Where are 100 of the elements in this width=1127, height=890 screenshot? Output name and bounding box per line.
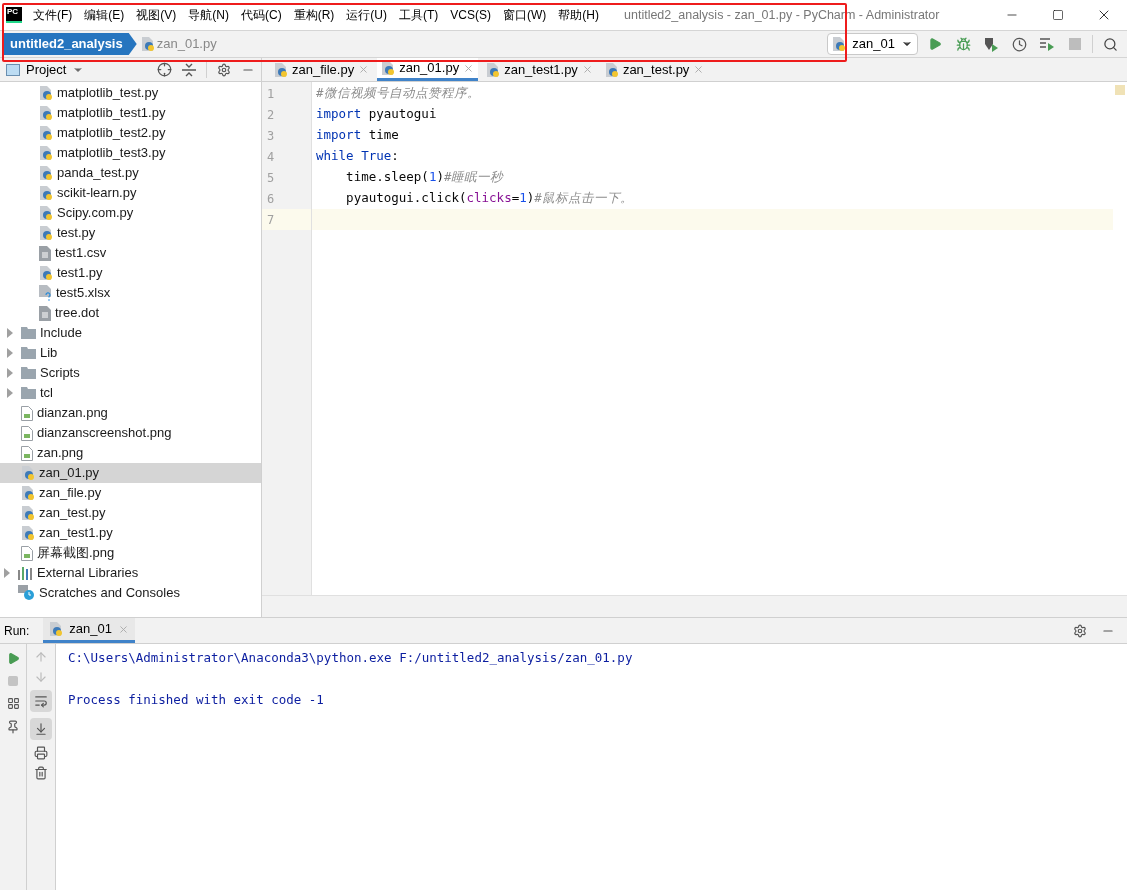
menu-item[interactable]: 文件(F)	[32, 6, 74, 24]
tree-item[interactable]: zan_test1.py	[0, 523, 261, 543]
python-file-icon	[39, 225, 53, 241]
layout-icon[interactable]	[6, 697, 20, 710]
unknown-file-icon	[39, 285, 52, 301]
tree-item[interactable]: panda_test.py	[0, 163, 261, 183]
editor-tab[interactable]: zan_test1.py	[482, 58, 597, 81]
up-arrow-icon[interactable]	[34, 650, 48, 664]
tree-item[interactable]: test1.py	[0, 263, 261, 283]
run-tab[interactable]: zan_01	[43, 618, 135, 643]
collapsed-arrow-icon[interactable]	[6, 328, 14, 338]
line-number: 6	[267, 190, 275, 208]
close-icon[interactable]	[581, 64, 593, 75]
locate-icon[interactable]	[157, 62, 172, 77]
soft-wrap-icon[interactable]	[34, 694, 48, 708]
project-view-icon	[6, 63, 20, 76]
run-icon[interactable]	[928, 37, 942, 51]
code-line: import pyautogui	[316, 105, 437, 124]
tree-item[interactable]: Scipy.com.py	[0, 203, 261, 223]
python-file-icon	[21, 465, 35, 481]
menu-item[interactable]: 运行(U)	[345, 6, 388, 24]
code-line: #微信视频号自动点赞程序。	[316, 84, 480, 103]
menu-item[interactable]: 代码(C)	[240, 6, 283, 24]
tree-item[interactable]: 屏幕截图.png	[0, 543, 261, 563]
python-file-icon	[140, 36, 155, 52]
line-number: 5	[267, 169, 275, 187]
search-icon[interactable]	[1102, 36, 1118, 52]
settings-icon[interactable]	[1073, 623, 1087, 638]
run-list-icon[interactable]	[1039, 37, 1055, 51]
line-number: 3	[267, 127, 275, 145]
tree-item[interactable]: Scratches and Consoles	[0, 583, 261, 603]
close-icon[interactable]	[463, 62, 475, 74]
image-file-icon	[21, 545, 33, 561]
breadcrumb-project[interactable]: untitled2_analysis	[2, 33, 137, 55]
python-file-icon	[21, 505, 35, 521]
python-file-icon	[39, 145, 53, 161]
editor-tab[interactable]: zan_01.py	[377, 58, 479, 81]
debug-icon[interactable]	[955, 36, 971, 52]
python-file-icon	[832, 36, 847, 52]
python-file-icon	[604, 61, 619, 78]
tree-item[interactable]: tree.dot	[0, 303, 261, 323]
tree-item[interactable]: External Libraries	[0, 563, 261, 583]
tree-item[interactable]: dianzanscreenshot.png	[0, 423, 261, 443]
tree-item[interactable]: Include	[0, 323, 261, 343]
tree-item[interactable]: Scripts	[0, 363, 261, 383]
collapse-all-icon[interactable]	[182, 62, 196, 77]
tree-item[interactable]: matplotlib_test.py	[0, 83, 261, 103]
collapsed-arrow-icon[interactable]	[6, 388, 14, 398]
editor-tab[interactable]: zan_file.py	[270, 58, 374, 81]
python-file-icon	[39, 105, 53, 121]
tree-item[interactable]: Lib	[0, 343, 261, 363]
down-arrow-icon[interactable]	[34, 670, 48, 684]
collapsed-arrow-icon[interactable]	[6, 368, 14, 378]
line-number: 2	[267, 106, 275, 124]
tree-item[interactable]: zan_file.py	[0, 483, 261, 503]
pin-icon[interactable]	[6, 720, 20, 734]
project-panel-title[interactable]: Project	[26, 59, 67, 80]
tree-item[interactable]: test5.xlsx	[0, 283, 261, 303]
tree-item[interactable]: zan_test.py	[0, 503, 261, 523]
tree-item[interactable]: zan.png	[0, 443, 261, 463]
print-icon[interactable]	[34, 746, 48, 760]
stop-icon[interactable]	[7, 675, 19, 687]
tree-item[interactable]: tcl	[0, 383, 261, 403]
python-file-icon	[39, 185, 53, 201]
tree-item[interactable]: test.py	[0, 223, 261, 243]
analysis-status-marker	[1115, 85, 1125, 95]
menu-item[interactable]: 重构(R)	[292, 6, 336, 24]
collapsed-arrow-icon[interactable]	[6, 348, 14, 358]
tree-item[interactable]: dianzan.png	[0, 403, 261, 423]
collapsed-arrow-icon[interactable]	[3, 568, 11, 578]
editor-tab[interactable]: zan_test.py	[600, 58, 709, 81]
trash-icon[interactable]	[34, 766, 48, 780]
close-icon[interactable]	[118, 623, 129, 635]
settings-icon[interactable]	[217, 62, 231, 77]
tree-item[interactable]: test1.csv	[0, 243, 261, 263]
close-icon[interactable]	[693, 64, 705, 75]
menu-item[interactable]: 窗口(W)	[502, 6, 548, 24]
line-number: 1	[267, 85, 275, 103]
python-file-icon	[49, 621, 64, 637]
image-file-icon	[21, 445, 33, 461]
menu-item[interactable]: 视图(V)	[135, 6, 178, 24]
tree-item[interactable]: matplotlib_test1.py	[0, 103, 261, 123]
menu-item[interactable]: 工具(T)	[398, 6, 440, 24]
close-icon[interactable]	[358, 64, 370, 75]
tree-item[interactable]: zan_01.py	[0, 463, 261, 483]
python-file-icon	[39, 205, 53, 221]
tree-item[interactable]: scikit-learn.py	[0, 183, 261, 203]
menu-item[interactable]: 帮助(H)	[557, 6, 600, 24]
rerun-icon[interactable]	[6, 652, 20, 665]
menu-item[interactable]: 编辑(E)	[83, 6, 126, 24]
menu-item[interactable]: VCS(S)	[449, 6, 492, 24]
python-file-icon	[21, 485, 35, 501]
console-output-line: Process finished with exit code -1	[68, 691, 324, 710]
tree-item[interactable]: matplotlib_test3.py	[0, 143, 261, 163]
scroll-to-end-icon[interactable]	[34, 722, 48, 736]
profile-icon[interactable]	[1011, 36, 1027, 52]
run-config-dropdown[interactable]: zan_01	[827, 33, 918, 55]
tree-item[interactable]: matplotlib_test2.py	[0, 123, 261, 143]
coverage-icon[interactable]	[983, 36, 999, 52]
menu-item[interactable]: 导航(N)	[187, 6, 230, 24]
